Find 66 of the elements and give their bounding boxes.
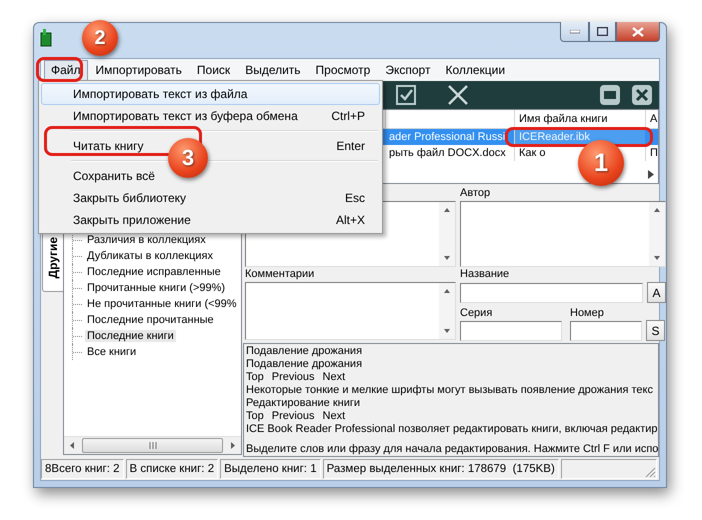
menu-item[interactable]: Выделить [238,60,308,80]
minimize-icon [570,30,580,34]
nav-link[interactable]: Previous [272,371,315,384]
menu-item[interactable]: Коллекции [438,60,512,80]
field-label: Комментарии [245,267,316,282]
tree-item[interactable]: Все книги [85,346,138,358]
book-icon [40,29,52,47]
close-icon[interactable] [631,84,653,106]
text-line: Подавление дрожания [246,345,362,358]
horizontal-scrollbar[interactable] [64,436,241,454]
comments-field[interactable] [245,282,456,340]
highlight-ring [36,57,83,82]
column-header[interactable]: А [645,110,658,128]
field-label: Название [460,267,510,282]
tree-item[interactable]: Не прочитанные книги (<99% [85,298,239,310]
minimize-button[interactable] [560,22,589,42]
text-line: ICE Book Reader Professional позволяет редактировать книги, включая редактир [246,423,658,436]
series-field[interactable] [460,321,562,341]
scroll-right-icon[interactable] [648,170,654,179]
close-icon [632,26,644,36]
menu-item[interactable]: Импортировать текст из буфера обмена Ctrl+P [41,105,380,127]
tree-item[interactable]: Различия в коллекциях [85,234,208,246]
field-label: Серия [460,306,494,321]
field-label: Номер [570,306,605,321]
nav-link[interactable]: Next [322,410,346,423]
status-text: В списке книг: 2 [126,459,218,479]
table-cell[interactable]: Как о [519,147,546,159]
field-label: Автор [460,186,492,201]
title-button[interactable]: A [647,282,666,303]
status-text: Выделено книг: 1 [220,459,321,479]
status-text: Размер выделенных книг: 178679 (175KB) [322,459,559,479]
tree-item[interactable]: Последние исправленные [85,266,223,278]
nav-link[interactable]: Top [246,410,264,423]
text-line: Выделите слов или фразу для начала редактирования. Нажмите Ctrl F или испо [246,443,658,456]
window-icon[interactable] [599,84,621,106]
table-cell[interactable]: П [650,147,658,159]
scroll-thumb[interactable] [82,438,223,453]
resize-grip-icon[interactable] [644,466,656,478]
status-text: 8Всего книг: 2 [41,459,124,479]
number-field[interactable] [570,321,642,341]
column-header[interactable]: Имя файла книги [514,110,645,128]
table-cell[interactable]: рыть файл DOCX.docx [389,147,506,159]
tree-item[interactable]: Последние книги [85,330,176,342]
author-field[interactable] [460,201,666,267]
menu-item[interactable]: Просмотр [308,60,378,80]
title-field[interactable] [460,283,643,303]
maximize-button[interactable] [589,22,616,42]
nav-link[interactable]: Top [246,371,264,384]
tree-item[interactable]: Дубликаты в коллекциях [85,250,215,262]
maximize-icon [597,27,608,36]
nav-link[interactable]: Next [322,371,346,384]
menu-item[interactable]: Импортировать текст из файла [41,83,380,105]
checkbox-icon[interactable] [395,84,417,106]
close-icon[interactable] [447,84,469,106]
menu-item[interactable]: Закрыть библиотеку Esc [41,187,380,209]
text-line: Редактирование книги [246,397,360,410]
tree-item[interactable]: Последние прочитанные [85,314,216,326]
text-line: Некоторые тонкие и мелкие шрифты могут вызывать появление дрожания текс [246,384,653,397]
close-button[interactable] [616,22,660,42]
text-line: Подавление дрожания [246,358,362,371]
nav-link[interactable]: Previous [272,410,315,423]
tree-item[interactable]: Прочитанные книги (>99%) [85,282,228,294]
menu-item[interactable]: Импортировать [88,60,189,80]
menu-item[interactable]: Поиск [190,60,238,80]
menu-item[interactable]: Экспорт [378,60,438,80]
series-button[interactable]: S [646,320,665,341]
